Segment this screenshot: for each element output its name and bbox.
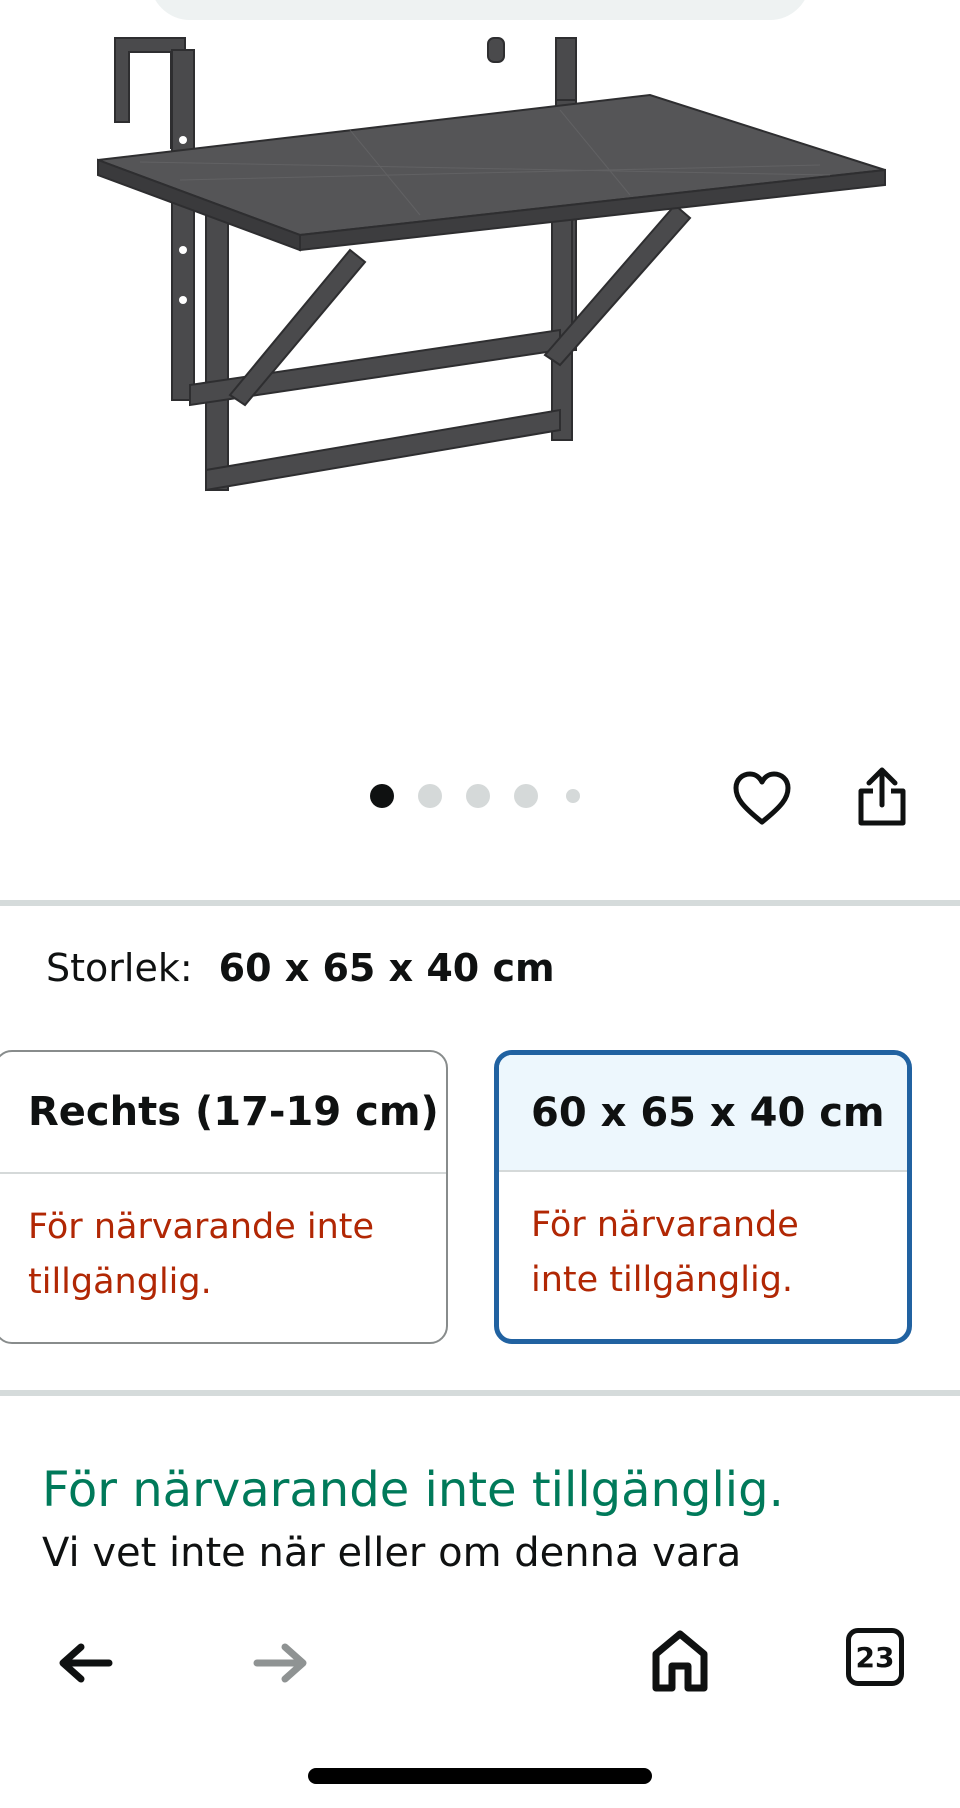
section-divider (0, 1390, 960, 1396)
carousel-dot[interactable] (418, 784, 442, 808)
arrow-right-icon (253, 1643, 307, 1683)
carousel-dot[interactable] (566, 789, 580, 803)
product-image[interactable] (0, 0, 960, 520)
size-selected-value: 60 x 65 x 40 cm (218, 946, 555, 990)
carousel-dot-active[interactable] (370, 784, 394, 808)
home-indicator (308, 1768, 652, 1784)
tabs-button[interactable]: 23 (846, 1628, 904, 1686)
size-option-60x65x40-selected[interactable]: 60 x 65 x 40 cm För närvarande inte till… (494, 1050, 912, 1344)
forward-button[interactable] (246, 1628, 316, 1698)
size-option-name: Rechts (17-19 cm) (0, 1052, 446, 1174)
heart-outline-icon (733, 771, 791, 825)
home-button[interactable] (642, 1620, 718, 1700)
size-option-name: 60 x 65 x 40 cm (499, 1055, 907, 1172)
arrow-left-icon (59, 1643, 113, 1683)
tabs-count: 23 (855, 1640, 895, 1674)
size-label-row: Storlek: 60 x 65 x 40 cm (46, 946, 555, 990)
availability-title: För närvarande inte tillgänglig. (42, 1462, 784, 1518)
share-icon (858, 767, 906, 826)
availability-description: Vi vet inte när eller om denna vara (42, 1530, 742, 1576)
back-button[interactable] (50, 1628, 120, 1698)
carousel-dot[interactable] (514, 784, 538, 808)
home-icon (652, 1630, 708, 1692)
size-option-status: För närvarande inte tillgänglig. (531, 1205, 799, 1300)
size-option-status: För närvarande inte tillgänglig. (28, 1207, 375, 1302)
size-label: Storlek: (46, 946, 193, 990)
size-option-rechts[interactable]: Rechts (17-19 cm) För närvarande inte ti… (0, 1050, 448, 1344)
share-button[interactable] (850, 764, 914, 828)
section-divider (0, 900, 960, 906)
carousel-dot[interactable] (466, 784, 490, 808)
favorite-button[interactable] (730, 766, 794, 830)
